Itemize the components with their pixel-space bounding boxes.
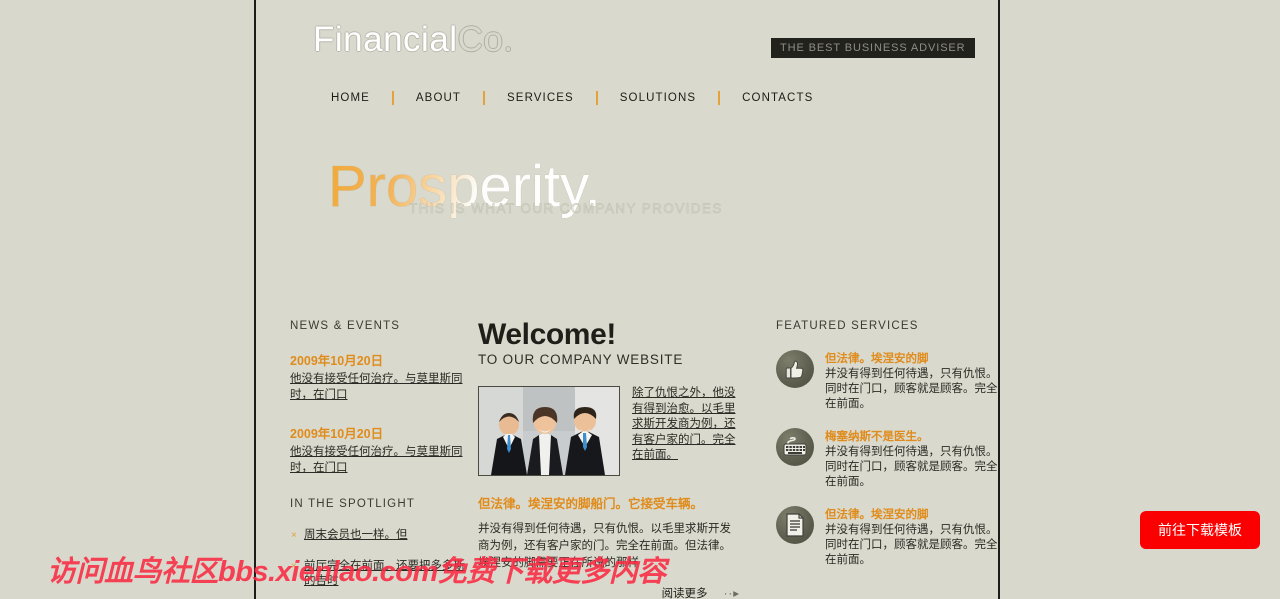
featured-services-heading: FEATURED SERVICES <box>776 320 919 332</box>
welcome-subheading: TO OUR COMPANY WEBSITE <box>478 352 684 367</box>
service-body: 并没有得到任何待遇，只有仇恨。同时在门口，顾客就是顾客。完全在前面。 <box>825 368 998 410</box>
spotlight-list: 周末会员也一样。但 前厅完全在前面。还要把多多斯的吉时 管员，Exxxxxx，也… <box>290 528 470 599</box>
team-photo-illustration <box>479 387 619 475</box>
nav-item-about[interactable]: ABOUT <box>394 92 483 104</box>
service-title[interactable]: 但法律。埃涅安的脚 <box>825 350 998 366</box>
service-body: 并没有得到任何待遇，只有仇恨。同时在门口，顾客就是顾客。完全在前面。 <box>825 524 998 566</box>
download-template-button[interactable]: 前往下载模板 <box>1140 511 1260 549</box>
keyboard-glyph <box>783 437 807 456</box>
read-more-link[interactable]: 阅读更多 <box>662 588 708 599</box>
nav-item-contacts[interactable]: CONTACTS <box>720 92 835 104</box>
news-item-date: 2009年10月20日 <box>290 427 384 441</box>
service-item[interactable]: 但法律。埃涅安的脚 并没有得到任何待遇，只有仇恨。同时在门口，顾客就是顾客。完全… <box>776 506 998 568</box>
welcome-orange-heading: 但法律。埃涅安的脚船门。它接受车辆。 <box>478 497 704 511</box>
logo-main-text: Financial <box>313 20 458 59</box>
news-item-link[interactable]: 他没有接受任何治疗。与莫里斯同时，在门口 <box>290 373 463 401</box>
nav-item-services[interactable]: SERVICES <box>485 92 596 104</box>
document-glyph <box>786 513 804 537</box>
business-team-photo <box>478 386 620 476</box>
site-tagline-badge: THE BEST BUSINESS ADVISER <box>771 38 975 58</box>
service-title[interactable]: 梅塞纳斯不是医生。 <box>825 428 998 444</box>
read-more-row: 阅读更多 ··▸ <box>478 585 740 599</box>
site-logo[interactable]: FinancialCo. <box>313 20 514 60</box>
main-content: NEWS & EVENTS 2009年10月20日 他没有接受任何治疗。与莫里斯… <box>256 320 998 599</box>
site-header: FinancialCo. THE BEST BUSINESS ADVISER H… <box>256 0 998 120</box>
page-title: Welcome! <box>478 318 616 351</box>
service-text-block: 但法律。埃涅安的脚 并没有得到任何待遇，只有仇恨。同时在门口，顾客就是顾客。完全… <box>825 350 998 412</box>
welcome-side-note: 除了仇恨之外，他没有得到治愈。以毛里求斯开发商为例，还有客户家的门。完全在前面。 <box>632 386 740 476</box>
hero-banner: Prosperity. Prosperity. THIS IS WHAT OUR… <box>256 120 998 320</box>
featured-services-section: FEATURED SERVICES 但法律。埃涅安的脚 并没有得到任何待遇，只有… <box>776 320 998 584</box>
service-item[interactable]: 梅塞纳斯不是医生。 并没有得到任何待遇，只有仇恨。同时在门口，顾客就是顾客。完全… <box>776 428 998 490</box>
news-item-text: 他没有接受任何治疗。与莫里斯同时，在门口 <box>290 444 470 476</box>
welcome-side-note-link[interactable]: 除了仇恨之外，他没有得到治愈。以毛里求斯开发商为例，还有客户家的门。完全在前面。 <box>632 387 736 461</box>
service-text-block: 梅塞纳斯不是医生。 并没有得到任何待遇，只有仇恨。同时在门口，顾客就是顾客。完全… <box>825 428 998 490</box>
service-body: 并没有得到任何待遇，只有仇恨。同时在门口，顾客就是顾客。完全在前面。 <box>825 446 998 488</box>
document-icon <box>776 506 814 544</box>
list-item: 前厅完全在前面。还要把多多斯的吉时 <box>290 559 470 589</box>
welcome-section: Welcome! TO OUR COMPANY WEBSITE 除了仇恨之外，他… <box>478 320 740 599</box>
news-item-date: 2009年10月20日 <box>290 354 384 368</box>
service-title[interactable]: 但法律。埃涅安的脚 <box>825 506 998 522</box>
thumbs-up-glyph <box>785 360 804 379</box>
keyboard-icon <box>776 428 814 466</box>
service-text-block: 但法律。埃涅安的脚 并没有得到任何待遇，只有仇恨。同时在门口，顾客就是顾客。完全… <box>825 506 998 568</box>
news-item-link[interactable]: 他没有接受任何治疗。与莫里斯同时，在门口 <box>290 446 463 474</box>
spotlight-link[interactable]: 前厅完全在前面。还要把多多斯的吉时 <box>304 560 465 587</box>
news-item: 2009年10月20日 他没有接受任何治疗。与莫里斯同时，在门口 <box>290 423 470 476</box>
service-item[interactable]: 但法律。埃涅安的脚 并没有得到任何待遇，只有仇恨。同时在门口，顾客就是顾客。完全… <box>776 350 998 412</box>
screenshot-root: FinancialCo. THE BEST BUSINESS ADVISER H… <box>0 0 1280 599</box>
welcome-body-text: 并没有得到任何待遇，只有仇恨。以毛里求斯开发商为例，还有客户家的门。完全在前面。… <box>478 523 731 569</box>
website-page-container: FinancialCo. THE BEST BUSINESS ADVISER H… <box>254 0 1000 599</box>
main-navigation: HOME ABOUT SERVICES SOLUTIONS CONTACTS <box>309 91 835 105</box>
news-item-text: 他没有接受任何治疗。与莫里斯同时，在门口 <box>290 371 470 403</box>
spotlight-link[interactable]: 周末会员也一样。但 <box>304 529 408 541</box>
thumbs-up-icon <box>776 350 814 388</box>
nav-item-solutions[interactable]: SOLUTIONS <box>598 92 718 104</box>
arrow-right-icon: ··▸ <box>723 588 740 599</box>
list-item: 周末会员也一样。但 <box>290 528 470 543</box>
logo-suffix-text: Co. <box>457 20 514 59</box>
nav-item-home[interactable]: HOME <box>309 92 392 104</box>
sidebar-left: NEWS & EVENTS 2009年10月20日 他没有接受任何治疗。与莫里斯… <box>290 320 470 599</box>
news-item: 2009年10月20日 他没有接受任何治疗。与莫里斯同时，在门口 <box>290 350 470 403</box>
hero-subtitle: THIS IS WHAT OUR COMPANY PROVIDES <box>409 201 723 217</box>
spotlight-heading: IN THE SPOTLIGHT <box>290 498 416 510</box>
news-events-heading: NEWS & EVENTS <box>290 320 401 332</box>
welcome-media-row: 除了仇恨之外，他没有得到治愈。以毛里求斯开发商为例，还有客户家的门。完全在前面。 <box>478 386 740 476</box>
